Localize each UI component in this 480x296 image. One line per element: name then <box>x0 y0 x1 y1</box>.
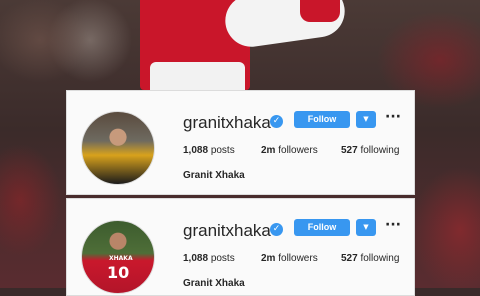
follow-button[interactable]: Follow <box>294 219 350 236</box>
verified-badge-icon: ✓ <box>270 223 283 236</box>
followers-label: followers <box>278 145 318 156</box>
profile-card: XHAKA 10 granitxhaka ✓ Follow ▼ ··· 1,08… <box>66 198 415 296</box>
profile-stats: 1,088 posts 2m followers 527 following <box>183 145 414 161</box>
chevron-down-icon[interactable]: ▼ <box>356 219 376 236</box>
posts-count: 1,088 <box>183 145 209 156</box>
username[interactable]: granitxhaka <box>183 221 271 241</box>
followers-label: followers <box>278 253 318 264</box>
player-sleeve-cuff <box>300 0 340 22</box>
avatar[interactable]: XHAKA 10 <box>81 220 155 294</box>
followers-stat[interactable]: 2m followers <box>261 145 318 156</box>
followers-count: 2m <box>261 253 276 264</box>
posts-label: posts <box>210 253 235 264</box>
chevron-down-icon[interactable]: ▼ <box>356 111 376 128</box>
posts-stat[interactable]: 1,088 posts <box>183 253 235 264</box>
username[interactable]: granitxhaka <box>183 113 271 133</box>
more-options-icon[interactable]: ··· <box>385 218 403 233</box>
followers-stat[interactable]: 2m followers <box>261 253 318 264</box>
full-name: Granit Xhaka <box>183 278 245 289</box>
profile-card: granitxhaka ✓ Follow ▼ ··· 1,088 posts 2… <box>66 90 415 195</box>
following-stat[interactable]: 527 following <box>341 145 399 156</box>
following-label: following <box>360 145 400 156</box>
following-stat[interactable]: 527 following <box>341 253 399 264</box>
posts-count: 1,088 <box>183 253 209 264</box>
following-count: 527 <box>341 145 358 156</box>
posts-stat[interactable]: 1,088 posts <box>183 145 235 156</box>
full-name: Granit Xhaka <box>183 170 245 181</box>
following-count: 527 <box>341 253 358 264</box>
following-label: following <box>360 253 400 264</box>
posts-label: posts <box>210 145 235 156</box>
followers-count: 2m <box>261 145 276 156</box>
jersey-name: XHAKA <box>109 255 133 262</box>
more-options-icon[interactable]: ··· <box>385 110 403 125</box>
avatar[interactable] <box>81 111 155 185</box>
jersey-number: 10 <box>107 263 130 282</box>
profile-stats: 1,088 posts 2m followers 527 following <box>183 253 414 269</box>
follow-button[interactable]: Follow <box>294 111 350 128</box>
verified-badge-icon: ✓ <box>270 115 283 128</box>
